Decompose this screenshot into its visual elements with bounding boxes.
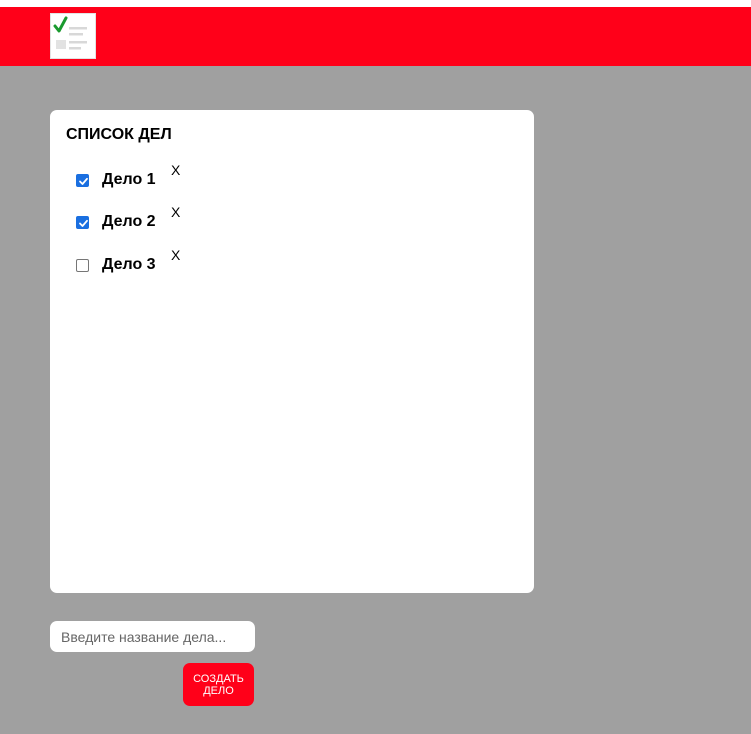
todo-checkbox-2[interactable] [76, 216, 89, 229]
remove-item-button-3[interactable]: X [171, 247, 180, 263]
todo-card: СПИСОК ДЕЛ Дело 1 X Дело 2 X Дело 3 X [50, 110, 534, 593]
create-task-button[interactable]: СОЗДАТЬ ДЕЛО [183, 663, 254, 706]
todo-checkbox-3[interactable] [76, 259, 89, 272]
todo-checklist-icon [50, 13, 96, 59]
todo-item-label: Дело 2 [102, 213, 156, 230]
todo-item-label: Дело 1 [102, 171, 156, 188]
new-task-input[interactable] [50, 621, 255, 652]
app-header [0, 7, 751, 66]
remove-item-button-2[interactable]: X [171, 204, 180, 220]
todo-checkbox-1[interactable] [76, 174, 89, 187]
todo-item-label: Дело 3 [102, 256, 156, 273]
todo-list-title: СПИСОК ДЕЛ [66, 126, 172, 143]
top-strip [0, 0, 751, 7]
remove-item-button-1[interactable]: X [171, 162, 180, 178]
